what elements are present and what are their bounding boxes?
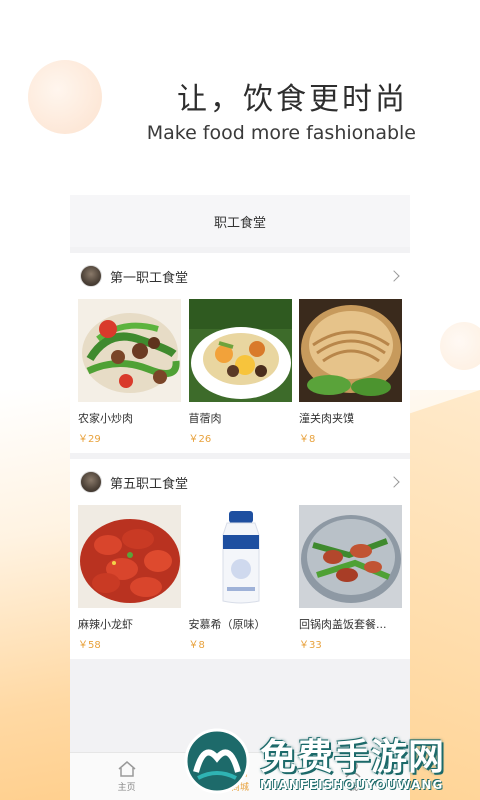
canteen-name: 第一职工食堂 [110,270,189,286]
decorative-circle [28,60,102,134]
tab-label: 主页 [117,783,136,793]
dish-price: ￥8 [188,640,205,651]
watermark-subtext: MIANFEISHOUYOUWANG [260,778,444,792]
dish-photo [78,299,181,402]
dish-price: ￥26 [188,434,212,445]
slogan-english: Make food more fashionable [146,122,416,144]
chevron-right-icon[interactable] [388,270,400,282]
dish-photo [299,505,402,608]
canteen-name: 第五职工食堂 [110,476,189,492]
dish-item[interactable]: 苜蓿肉 ￥26 [188,299,292,445]
dish-item[interactable]: 潼关肉夹馍 ￥8 [299,299,402,445]
home-icon [118,761,136,777]
dish-name: 苜蓿肉 [188,412,222,425]
dish-price: ￥8 [299,434,316,445]
chevron-right-icon[interactable] [388,476,400,488]
dish-name: 农家小炒肉 [78,412,133,425]
decorative-circle-small [440,322,480,370]
dish-price: ￥33 [299,640,322,651]
dish-photo [188,505,292,608]
slogan-chinese: 让，饮食更时尚 [177,82,408,117]
phone-mockup: 职工食堂 第一职工食堂 农家小炒肉 ￥29 苜蓿肉 ￥26 潼关肉夹馍 ￥8 第… [70,195,410,800]
dish-name: 安慕希（原味） [188,618,266,631]
dish-name: 回锅肉盖饭套餐... [299,618,387,631]
watermark-text: 免费手游网 [260,737,446,778]
dish-item[interactable]: 农家小炒肉 ￥29 [78,299,181,445]
dish-price: ￥29 [78,434,101,445]
canteen-header[interactable]: 第五职工食堂 [70,459,410,505]
dish-item[interactable]: 麻辣小龙虾 ￥58 [78,505,181,651]
dish-photo [188,299,292,402]
dish-name: 潼关肉夹馍 [299,412,354,425]
page-title: 职工食堂 [213,215,266,231]
tab-home[interactable]: 主页 [70,753,183,800]
dish-price: ￥58 [78,640,101,651]
dish-photo [78,505,181,608]
canteen-logo [80,471,102,493]
dish-item[interactable]: 回锅肉盖饭套餐... ￥33 [299,505,402,651]
dish-list: 农家小炒肉 ￥29 苜蓿肉 ￥26 潼关肉夹馍 ￥8 [70,299,410,445]
app-header: 职工食堂 [70,195,410,247]
dish-item[interactable]: 安慕希（原味） ￥8 [188,505,292,651]
dish-name: 麻辣小龙虾 [78,618,133,631]
canteen-header[interactable]: 第一职工食堂 [70,253,410,299]
canteen-card: 第一职工食堂 农家小炒肉 ￥29 苜蓿肉 ￥26 潼关肉夹馍 ￥8 [70,253,410,453]
watermark: 免费手游网 MIANFEISHOUYOUWANG [184,728,474,800]
dish-list: 麻辣小龙虾 ￥58 安慕希（原味） ￥8 回锅肉盖饭套餐... ￥33 [70,505,410,651]
canteen-logo [80,265,102,287]
watermark-logo-icon [184,728,250,794]
canteen-card: 第五职工食堂 麻辣小龙虾 ￥58 安慕希（原味） ￥8 回锅肉盖饭套餐... ￥… [70,459,410,659]
dish-photo [299,299,402,402]
